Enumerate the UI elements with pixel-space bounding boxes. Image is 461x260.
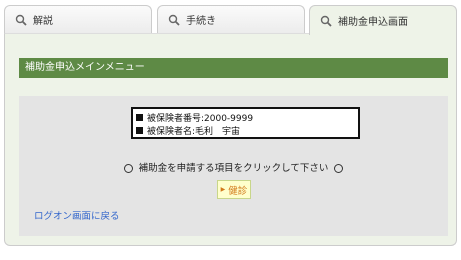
tab-label: 解説 (33, 16, 53, 27)
bullet-square-icon (136, 114, 143, 121)
tab-subsidy-application[interactable]: 補助金申込画面 (309, 5, 457, 35)
content-panel: 補助金申込メインメニュー 被保険者番号:2000-9999 被保険者名:毛利 宇… (4, 33, 457, 246)
return-to-logon-link[interactable]: ログオン画面に戻る (34, 208, 120, 222)
circle-icon (123, 164, 133, 173)
tab-label: 手続き (186, 16, 216, 27)
instruction-row: 補助金を申請する項目をクリックして下さい (19, 160, 448, 174)
tab-procedure[interactable]: 手続き (157, 5, 305, 33)
bullet-square-icon (136, 127, 143, 134)
magnifier-icon (320, 15, 332, 27)
health-check-button[interactable]: ▶ 健診 (217, 180, 251, 199)
insured-number: 被保険者番号:2000-9999 (147, 114, 254, 124)
magnifier-icon (168, 14, 180, 26)
app-frame: 解説 手続き 補助金申込画面 補助金申込メインメニュー 被保険者番号:2000-… (0, 0, 461, 260)
tab-explanation[interactable]: 解説 (4, 5, 152, 33)
menu-area: 被保険者番号:2000-9999 被保険者名:毛利 宇宙 補助金を申請する項目を… (19, 96, 448, 236)
instruction-text: 補助金を申請する項目をクリックして下さい (138, 163, 329, 174)
insured-name: 被保険者名:毛利 宇宙 (147, 127, 241, 137)
triangle-right-icon: ▶ (220, 186, 226, 193)
menu-title-bar: 補助金申込メインメニュー (19, 58, 448, 78)
health-check-label: 健診 (228, 185, 248, 197)
tab-label: 補助金申込画面 (338, 17, 408, 28)
circle-icon (334, 164, 344, 173)
insured-info-box: 被保険者番号:2000-9999 被保険者名:毛利 宇宙 (131, 107, 360, 139)
insured-name-row: 被保険者名:毛利 宇宙 (136, 124, 358, 137)
insured-number-row: 被保険者番号:2000-9999 (136, 111, 358, 124)
magnifier-icon (15, 14, 27, 26)
